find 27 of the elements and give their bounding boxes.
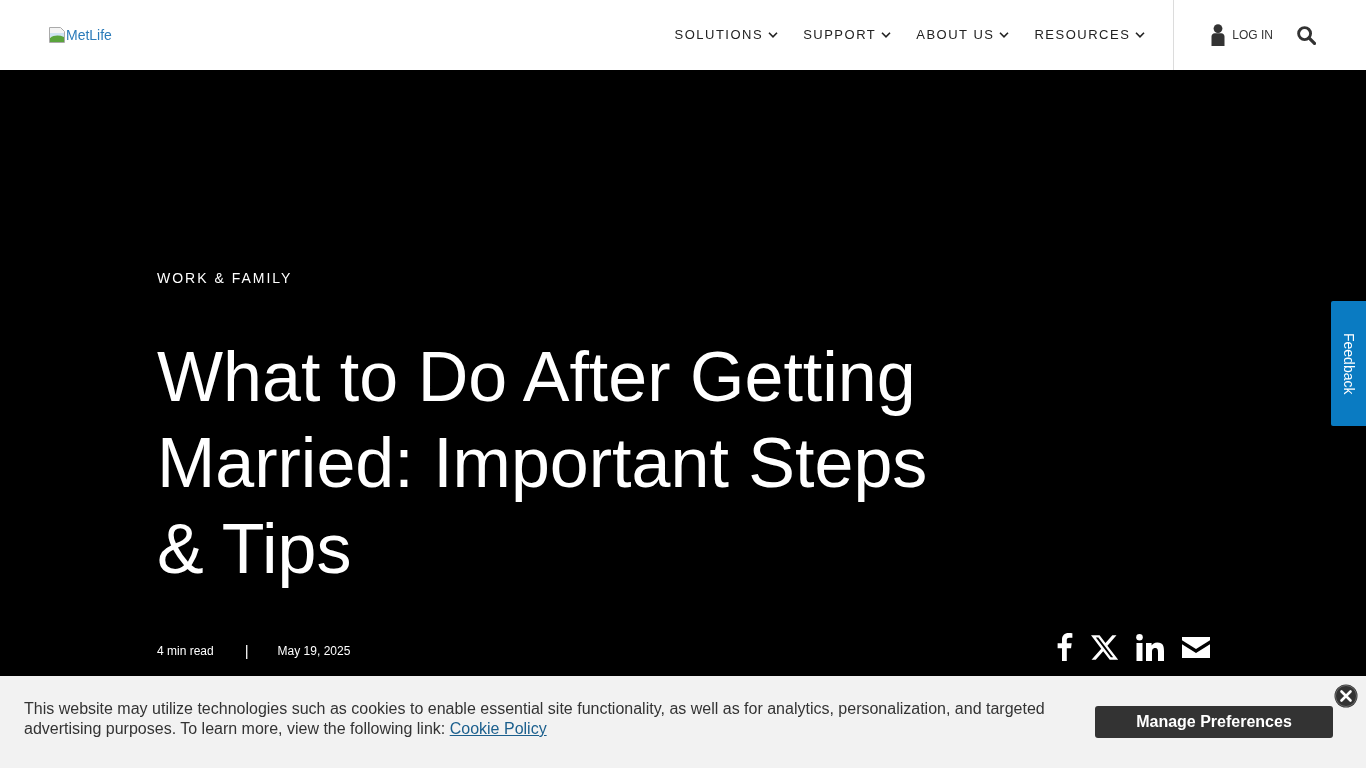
chevron-down-icon xyxy=(881,32,892,38)
logo-link[interactable]: MetLife xyxy=(49,27,112,43)
nav-menu-button[interactable]: RESOURCES xyxy=(1034,27,1146,43)
manage-preferences-button[interactable]: Manage Preferences xyxy=(1095,706,1333,738)
cookie-message: This website may utilize technologies such as cookies to enable essential site functionality, as well as for analytics, personalization, and targeted advertising purposes. To learn more, view the following link: Cookie Policy xyxy=(24,699,1046,739)
nav-menu-button[interactable]: SUPPORT xyxy=(803,27,892,43)
article-title: What to Do After Getting Married: Important Steps & Tips xyxy=(157,337,929,590)
category-label: WORK & FAMILY xyxy=(157,270,293,286)
chevron-down-icon xyxy=(1135,32,1146,38)
separator: | xyxy=(244,643,249,659)
broken-image-icon xyxy=(49,27,65,43)
facebook-icon[interactable] xyxy=(1057,633,1073,661)
close-icon[interactable] xyxy=(1334,684,1358,708)
search-icon[interactable] xyxy=(1297,25,1316,45)
envelope-icon[interactable] xyxy=(1182,636,1210,658)
x-logo-icon[interactable] xyxy=(1091,634,1118,660)
nav-menu-button[interactable]: SOLUTIONS xyxy=(674,27,779,43)
login-button[interactable]: LOG IN xyxy=(1210,24,1273,46)
publish-date: May 19, 2025 xyxy=(277,644,351,658)
nav-menu-button[interactable]: ABOUT US xyxy=(916,27,1010,43)
person-icon xyxy=(1210,24,1227,46)
cookie-policy-link[interactable]: Cookie Policy xyxy=(449,720,547,737)
chevron-down-icon xyxy=(768,32,779,38)
linkedin-icon[interactable] xyxy=(1136,633,1164,661)
chevron-down-icon xyxy=(999,32,1010,38)
read-time: 4 min read xyxy=(157,644,214,658)
feedback-tab[interactable]: Feedback xyxy=(1331,301,1366,426)
